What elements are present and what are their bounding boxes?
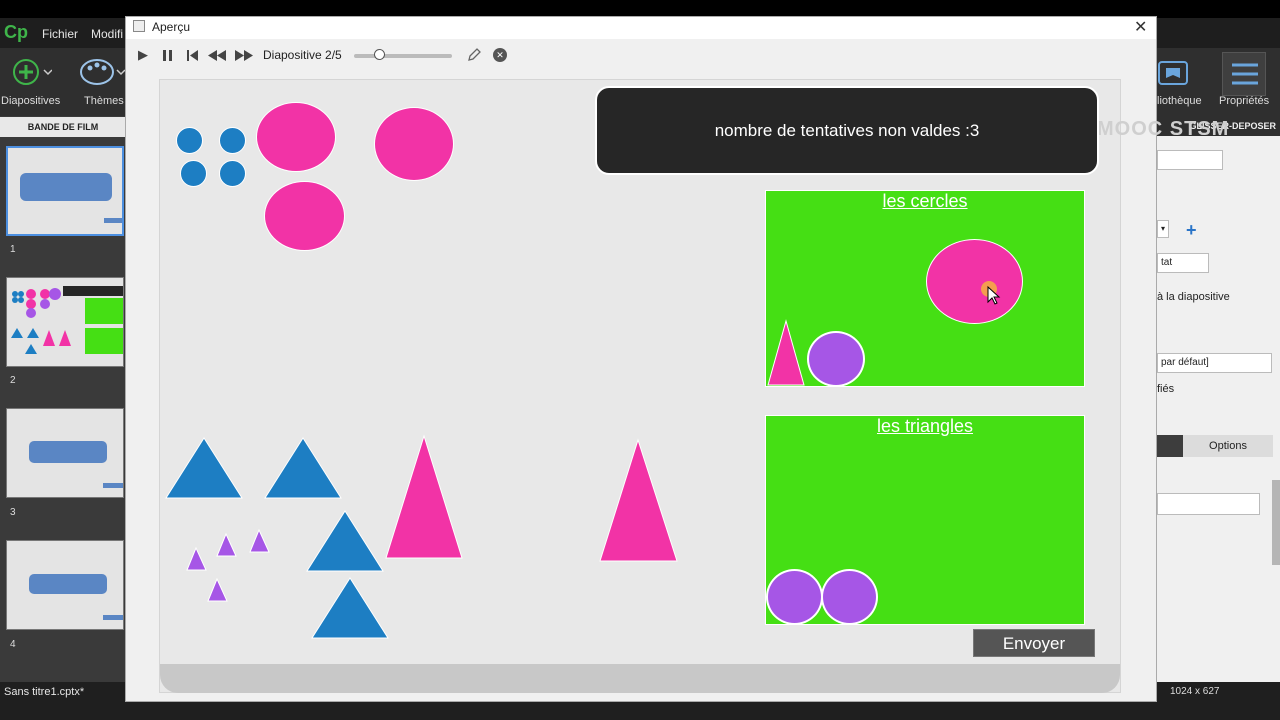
drag-purple-triangle[interactable] [249, 528, 270, 553]
style-tab[interactable] [1157, 435, 1183, 457]
drag-pink-triangle[interactable] [599, 438, 678, 562]
slide-number-2: 2 [10, 375, 16, 386]
dropped-pink-circle[interactable] [926, 239, 1023, 324]
slide-number-1: 1 [10, 244, 16, 255]
dropped-purple-circle[interactable] [766, 569, 823, 625]
properties-label[interactable]: Propriétés [1219, 95, 1269, 107]
triangles-layer [165, 434, 678, 639]
watermark: MOOC STSM [1097, 118, 1230, 140]
themes-icon[interactable] [80, 58, 126, 89]
pencil-icon[interactable] [466, 47, 482, 66]
play-icon[interactable]: ▶ [138, 47, 148, 63]
resolution-label: 1024 x 627 [1170, 686, 1220, 697]
file-name: Sans titre1.cptx* [4, 686, 85, 698]
preview-window-title: Aperçu [152, 20, 191, 34]
default-select[interactable]: par défaut] [1157, 353, 1272, 373]
drag-blue-circle[interactable] [180, 160, 207, 187]
drag-blue-circle[interactable] [219, 160, 246, 187]
slides-label[interactable]: Diapositives [1, 95, 60, 107]
thumb-banner [20, 173, 112, 201]
slide-counter: Diapositive 2/5 [263, 48, 342, 62]
attempts-message: nombre de tentatives non valdes :3 [595, 86, 1099, 175]
window-app-icon [133, 20, 145, 32]
drop-zone-triangles[interactable]: les triangles [765, 415, 1085, 625]
drag-pink-circle[interactable] [256, 102, 336, 172]
first-slide-icon[interactable] [187, 49, 199, 64]
dropped-purple-circle[interactable] [821, 569, 878, 625]
modified-text: fiés [1157, 383, 1175, 395]
thumb-banner [29, 574, 107, 594]
zone-triangles-title: les triangles [876, 416, 974, 436]
slide-thumbnail-2[interactable] [6, 277, 124, 367]
slide-thumbnail-1[interactable] [6, 146, 124, 236]
name-field[interactable] [1157, 150, 1223, 170]
filmstrip-title: BANDE DE FILM [0, 117, 126, 137]
drag-blue-triangle[interactable] [306, 510, 384, 572]
library-icon[interactable] [1158, 60, 1188, 89]
add-slide-icon[interactable] [12, 58, 53, 89]
add-icon[interactable]: + [1186, 220, 1197, 241]
drag-blue-circle[interactable] [219, 127, 246, 154]
captivate-logo: Cp [4, 22, 28, 42]
menu-modifier[interactable]: Modifi [91, 27, 123, 41]
drag-blue-triangle[interactable] [311, 577, 389, 639]
drag-blue-triangle[interactable] [264, 437, 342, 499]
state-field[interactable]: tat [1157, 253, 1209, 273]
drag-pink-circle[interactable] [374, 107, 454, 181]
thumb-2-shapes [11, 286, 123, 354]
close-icon[interactable]: ✕ [1134, 17, 1147, 37]
library-label[interactable]: liothèque [1157, 95, 1202, 107]
thumb-button [103, 615, 123, 620]
drop-zone-circles[interactable]: les cercles [765, 190, 1085, 387]
drag-purple-triangle[interactable] [216, 532, 237, 557]
slide-option-text: à la diapositive [1157, 291, 1230, 303]
dropped-purple-circle[interactable] [807, 331, 865, 387]
bottom-select[interactable] [1157, 493, 1260, 515]
mouse-cursor-icon [980, 280, 1002, 309]
slide-thumbnail-4[interactable] [6, 540, 124, 630]
thumb-banner [29, 441, 107, 463]
close-preview-icon[interactable]: ✕ [493, 48, 507, 62]
preview-titlebar [126, 17, 1156, 39]
drag-pink-circle[interactable] [264, 181, 345, 251]
drag-blue-circle[interactable] [176, 127, 203, 154]
send-button[interactable]: Envoyer [973, 629, 1095, 657]
drag-purple-triangle[interactable] [186, 546, 207, 571]
properties-icon[interactable] [1222, 52, 1266, 96]
options-tab[interactable]: Options [1183, 435, 1273, 457]
thumb-button [103, 483, 123, 488]
slide-thumbnail-3[interactable] [6, 408, 124, 498]
drag-blue-triangle[interactable] [165, 437, 243, 499]
menu-fichier[interactable]: Fichier [42, 27, 78, 41]
thumb-button [104, 218, 122, 223]
pause-icon[interactable] [162, 49, 174, 64]
panel-scrollbar[interactable] [1272, 480, 1280, 565]
progress-slider[interactable] [354, 54, 452, 58]
drag-pink-triangle[interactable] [385, 434, 463, 559]
slide-number-3: 3 [10, 507, 16, 518]
stage-bottom-bar [160, 664, 1120, 693]
rewind-icon[interactable] [208, 49, 226, 64]
zone-circles-title: les cercles [882, 191, 968, 211]
themes-label[interactable]: Thèmes [84, 95, 124, 107]
fast-forward-icon[interactable] [235, 49, 253, 64]
slider-knob[interactable] [373, 49, 385, 60]
dropped-pink-triangle[interactable] [766, 319, 808, 387]
slide-number-4: 4 [10, 639, 16, 650]
dropdown-chevron-icon[interactable]: ▾ [1157, 220, 1169, 238]
drag-purple-triangle[interactable] [207, 577, 228, 602]
